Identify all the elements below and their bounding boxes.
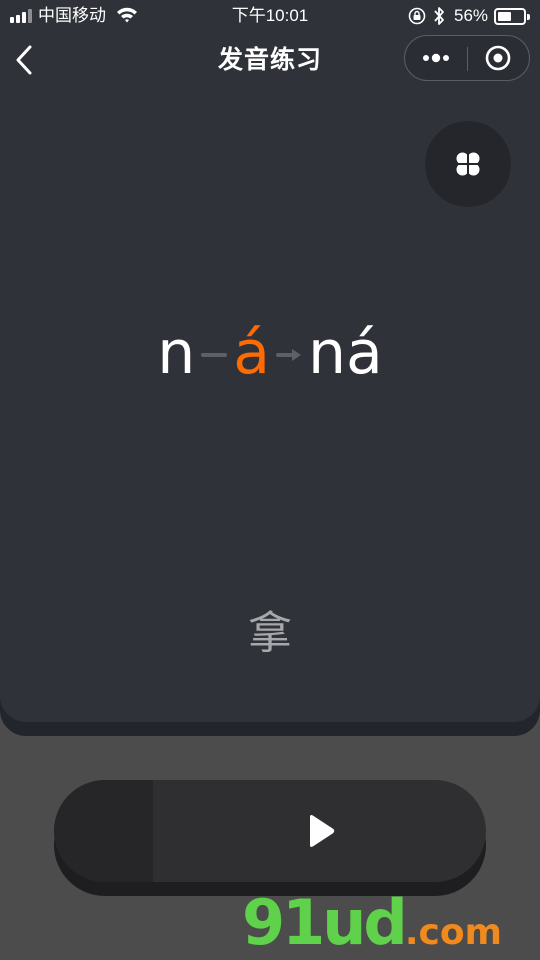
bluetooth-icon	[434, 7, 444, 25]
pinyin-final: á	[233, 318, 270, 388]
status-bar: 中国移动 下午10:01 56%	[0, 0, 540, 32]
pinyin-spelling: n á ná	[0, 318, 540, 388]
watermark-main: 91ud	[242, 886, 408, 959]
play-button[interactable]	[54, 780, 486, 882]
playback-progress	[54, 780, 154, 882]
dash-icon	[201, 353, 228, 357]
mini-program-capsule	[404, 35, 530, 81]
battery-percent: 56%	[454, 6, 489, 25]
pinyin-initial: n	[157, 318, 196, 388]
rotation-lock-icon	[408, 7, 426, 25]
content-panel: 中国移动 下午10:01 56% 发音练习 n á ná 拿	[0, 0, 540, 722]
arrow-right-icon	[276, 349, 301, 361]
play-icon	[310, 815, 335, 847]
menu-button[interactable]	[425, 121, 511, 207]
chinese-character: 拿	[248, 608, 292, 659]
battery-icon	[494, 8, 530, 25]
site-watermark: 91ud.com	[242, 890, 522, 956]
four-petal-grid-icon	[455, 151, 481, 177]
watermark-domain: .com	[404, 912, 503, 953]
pinyin-syllable: ná	[308, 318, 383, 388]
more-dots-icon[interactable]	[405, 36, 467, 80]
target-close-icon[interactable]	[468, 36, 530, 80]
